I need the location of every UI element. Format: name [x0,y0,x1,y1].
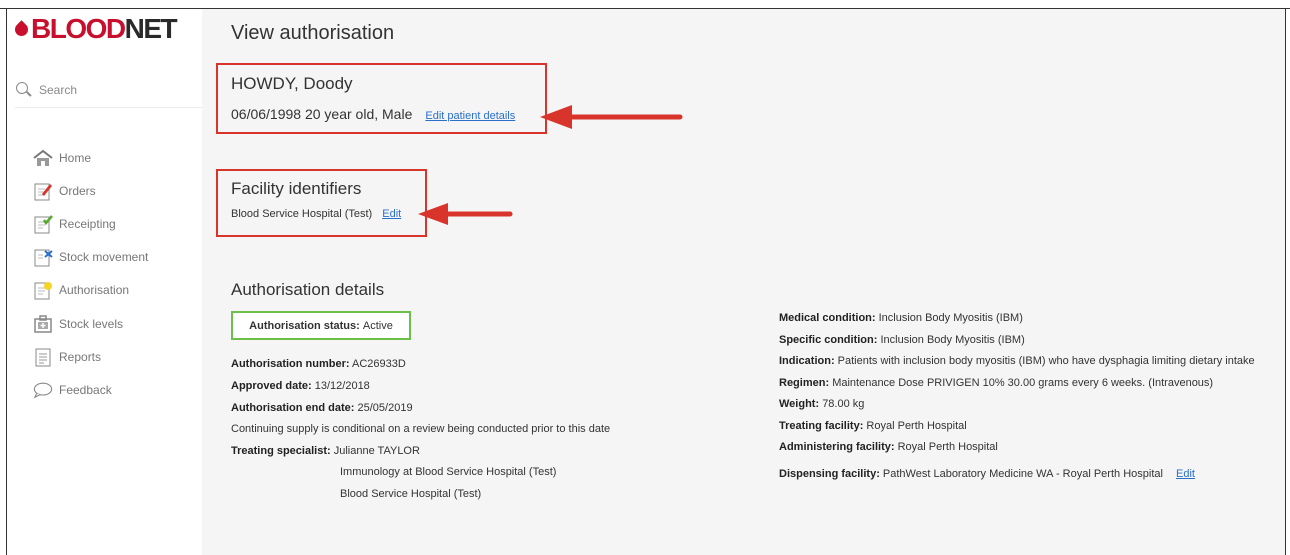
annotation-arrow-icon [540,105,683,129]
authorisation-number-row: Authorisation number: AC26933D [231,358,406,370]
patient-details: 06/06/1998 20 year old, Male [231,106,413,122]
dispensing-facility-value: PathWest Laboratory Medicine WA - Royal … [882,468,1163,480]
approved-date-value: 13/12/2018 [314,380,370,392]
search-label: Search [39,82,78,97]
sidebar-item-label: Authorisation [59,283,130,298]
specific-condition-label: Specific condition: [779,334,878,346]
sidebar-item-feedback[interactable]: Feedback [33,373,148,406]
approved-date-row: Approved date: 13/12/2018 [231,380,370,392]
stock-levels-icon [33,314,53,334]
facility-name: Blood Service Hospital (Test) [231,208,373,220]
stock-movement-icon [33,247,53,267]
facility-title: Facility identifiers [231,179,362,198]
approved-date-label: Approved date: [231,380,312,392]
indication-value: Patients with inclusion body myositis (I… [837,355,1255,367]
sidebar-item-reports[interactable]: Reports [33,340,148,373]
page-title: View authorisation [231,22,395,44]
sidebar: BLOODNET Search Home Orders Receipting [7,9,202,555]
administering-facility-value: Royal Perth Hospital [897,441,998,453]
authorisation-details-title: Authorisation details [231,280,385,299]
sidebar-item-label: Stock movement [59,250,149,265]
treating-facility-row: Treating facility: Royal Perth Hospital [779,420,967,432]
bloodnet-logo[interactable]: BLOOD NET [12,13,178,45]
sidebar-item-receipting[interactable]: Receipting [33,207,148,240]
treating-specialist-name: Julianne TAYLOR [333,445,420,457]
dispensing-facility-label: Dispensing facility: [779,468,880,480]
specific-condition-row: Specific condition: Inclusion Body Myosi… [779,334,1025,346]
facility-line: Blood Service Hospital (Test) Edit [231,208,401,220]
logo-text-blood: BLOOD [31,13,126,44]
specific-condition-value: Inclusion Body Myositis (IBM) [880,334,1025,346]
main-content: View authorisation HOWDY, Doody 06/06/19… [202,9,1285,555]
medical-condition-value: Inclusion Body Myositis (IBM) [878,312,1023,324]
speech-bubble-icon [33,380,53,400]
medical-condition-label: Medical condition: [779,312,876,324]
dispensing-facility-row: Dispensing facility: PathWest Laboratory… [779,468,1195,480]
weight-row: Weight: 78.00 kg [779,398,864,410]
medical-condition-row: Medical condition: Inclusion Body Myosit… [779,312,1023,324]
weight-value: 78.00 kg [822,398,865,410]
regimen-value: Maintenance Dose PRIVIGEN 10% 30.00 gram… [832,377,1214,389]
logo-text-net: NET [124,13,178,44]
sidebar-nav: Home Orders Receipting Stock movement Au… [33,141,148,407]
receipting-icon [33,214,53,234]
sidebar-item-label: Orders [59,183,96,198]
status-badge: Authorisation status: Active [231,311,411,340]
regimen-label: Regimen: [779,377,830,389]
patient-info: 06/06/1998 20 year old, Male Edit patien… [231,106,515,122]
sidebar-item-label: Stock levels [59,316,124,331]
authorisation-number-label: Authorisation number: [231,358,350,370]
status-value: Active [362,319,393,332]
authorisation-number-value: AC26933D [352,358,406,370]
edit-dispensing-facility-link[interactable]: Edit [1176,468,1195,480]
patient-name: HOWDY, Doody [231,74,353,93]
treating-specialist-row: Treating specialist: Julianne TAYLOR [231,445,420,457]
frame-right-border [1285,8,1286,555]
indication-label: Indication: [779,355,835,367]
sidebar-item-authorisation[interactable]: Authorisation [33,274,148,307]
indication-row: Indication: Patients with inclusion body… [779,355,1255,367]
treating-specialist-label: Treating specialist: [231,445,331,457]
administering-facility-label: Administering facility: [779,441,895,453]
sidebar-item-label: Reports [59,349,102,364]
sidebar-item-home[interactable]: Home [33,141,148,174]
treating-specialist-hospital: Blood Service Hospital (Test) [340,488,482,500]
status-label: Authorisation status: [249,319,360,332]
administering-facility-row: Administering facility: Royal Perth Hosp… [779,441,998,453]
sidebar-item-orders[interactable]: Orders [33,174,148,207]
search-box[interactable]: Search [15,72,202,108]
treating-facility-value: Royal Perth Hospital [866,420,967,432]
regimen-row: Regimen: Maintenance Dose PRIVIGEN 10% 3… [779,377,1213,389]
edit-facility-link[interactable]: Edit [382,208,401,220]
end-date-value: 25/05/2019 [357,402,413,414]
reports-icon [33,347,53,367]
authorisation-icon [33,280,53,300]
sidebar-item-stock-movement[interactable]: Stock movement [33,241,148,274]
home-icon [33,148,53,168]
sidebar-item-label: Receipting [59,216,116,231]
sidebar-item-label: Feedback [59,382,112,397]
sidebar-item-label: Home [59,150,92,165]
search-icon [15,81,33,99]
sidebar-item-stock-levels[interactable]: Stock levels [33,307,148,340]
end-date-row: Authorisation end date: 25/05/2019 [231,402,413,414]
edit-patient-details-link[interactable]: Edit patient details [425,110,515,122]
treating-specialist-unit: Immunology at Blood Service Hospital (Te… [340,466,557,478]
orders-icon [33,181,53,201]
supply-note: Continuing supply is conditional on a re… [231,423,611,435]
annotation-arrow-icon [418,203,513,225]
blood-drop-icon [12,19,31,39]
treating-facility-label: Treating facility: [779,420,864,432]
end-date-label: Authorisation end date: [231,402,355,414]
weight-label: Weight: [779,398,820,410]
